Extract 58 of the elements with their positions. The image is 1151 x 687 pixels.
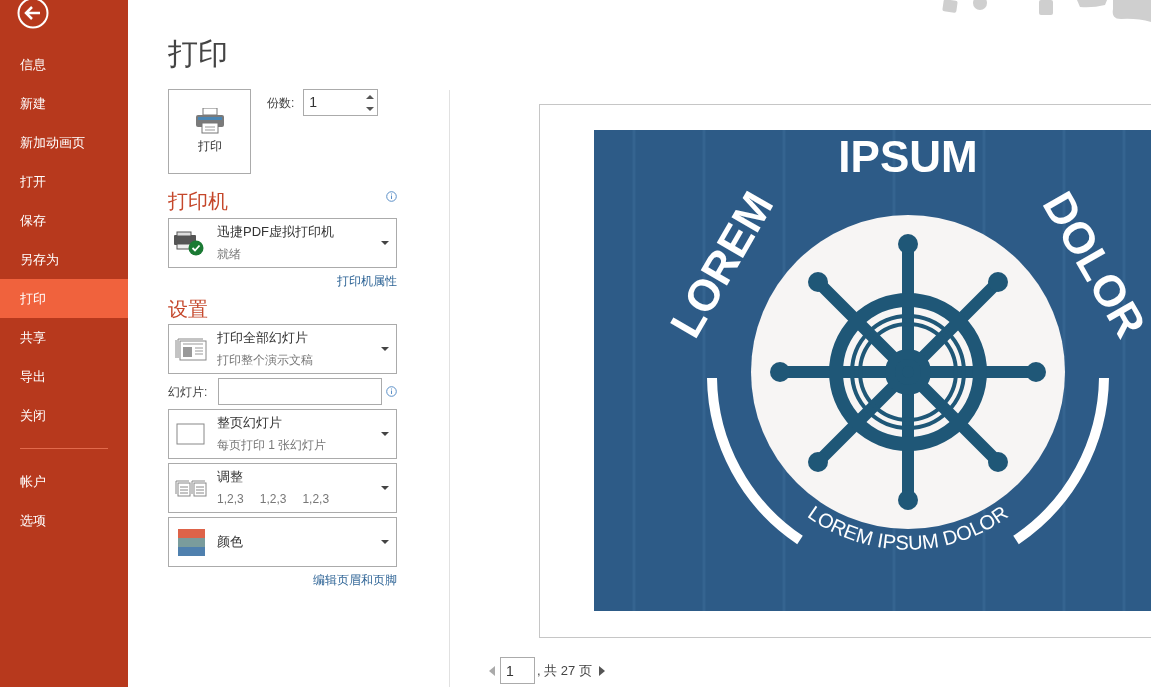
dropdown-subtitle: 每页打印 1 张幻灯片 (217, 437, 328, 454)
dropdown-title: 打印全部幻灯片 (217, 329, 309, 347)
previous-page-icon[interactable] (489, 665, 495, 676)
dropdown-caret-icon (381, 485, 389, 491)
section-heading: 打印机 (168, 189, 228, 214)
dropdown-caret-icon (381, 431, 389, 437)
collated-pages-icon (175, 479, 207, 497)
section-heading: 设置 (168, 297, 209, 322)
dropdown-caret-icon (381, 346, 389, 352)
dropdown-title: 颜色 (217, 533, 244, 551)
page-total: , 共 27 页 (537, 661, 592, 680)
page-number-field[interactable]: 1 (500, 657, 535, 684)
header-footer-link[interactable]: 编辑页眉和页脚 (313, 571, 397, 589)
info-icon[interactable] (386, 191, 397, 202)
printer-name: 迅捷PDF虚拟打印机 (217, 223, 335, 241)
menu-item[interactable]: 另存为 (0, 240, 128, 279)
menu-item[interactable]: 帐户 (0, 462, 128, 501)
settings-dropdown[interactable]: 调整 1,2,3 1,2,3 1,2,3 (168, 463, 397, 513)
printer-icon (194, 108, 225, 134)
back-arrow-icon[interactable] (17, 0, 49, 29)
slide-title-word: IPSUM (838, 132, 978, 181)
menu-item[interactable]: 打印 (0, 279, 128, 318)
next-page-icon[interactable] (598, 665, 605, 676)
collate-order: 1,2,3 (302, 491, 330, 508)
copies-label: 份数: (267, 95, 295, 112)
dropdown-subtitle: 打印整个演示文稿 (217, 352, 314, 369)
slides-label: 幻灯片: (168, 383, 209, 401)
settings-dropdown[interactable]: 打印全部幻灯片 打印整个演示文稿 (168, 324, 397, 374)
menu-item[interactable]: 信息 (0, 45, 128, 84)
menu-item[interactable]: 导出 (0, 357, 128, 396)
menu-item[interactable]: 打开 (0, 162, 128, 201)
print-button[interactable]: 打印 (168, 89, 251, 174)
printer-status: 就绪 (217, 246, 242, 263)
dropdown-caret-icon (381, 539, 389, 545)
menu-item[interactable]: 关闭 (0, 396, 128, 435)
menu-item[interactable]: 选项 (0, 501, 128, 540)
spin-arrows-icon[interactable] (366, 92, 375, 113)
menu-item[interactable]: 新加动画页 (0, 123, 128, 162)
copies-spinner[interactable]: 1 (303, 89, 379, 116)
dropdown-title: 调整 (217, 468, 244, 486)
menu-item[interactable]: 共享 (0, 318, 128, 357)
menu-item[interactable]: 保存 (0, 201, 128, 240)
color-swatch-icon (177, 528, 205, 556)
printer-dropdown[interactable]: 迅捷PDF虚拟打印机 就绪 (168, 218, 397, 268)
printer-ready-icon (173, 230, 205, 256)
info-icon[interactable] (386, 386, 397, 397)
page-title: 打印 (168, 36, 229, 72)
collate-order: 1,2,3 (259, 491, 287, 508)
menu-item[interactable]: 新建 (0, 84, 128, 123)
dropdown-caret-icon (381, 240, 389, 246)
settings-dropdown[interactable]: 颜色 (168, 517, 397, 567)
pages-icon (175, 336, 207, 362)
collate-order: 1,2,3 (217, 491, 244, 508)
settings-dropdown[interactable]: 整页幻灯片 每页打印 1 张幻灯片 (168, 409, 397, 459)
full-page-slide-icon (176, 423, 206, 445)
dropdown-title: 整页幻灯片 (217, 414, 283, 432)
printer-properties-link[interactable]: 打印机属性 (337, 272, 397, 290)
slides-field[interactable] (218, 378, 382, 405)
